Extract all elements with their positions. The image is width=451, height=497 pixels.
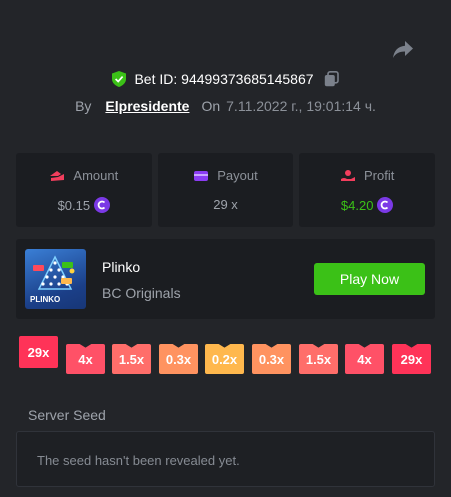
verified-shield-icon <box>112 71 127 87</box>
game-provider: BC Originals <box>102 285 181 301</box>
multiplier-bucket: 0.3x <box>252 344 291 374</box>
multiplier-bucket: 4x <box>66 344 105 374</box>
bcd-coin-icon <box>377 197 394 213</box>
profit-icon <box>341 169 355 181</box>
bet-id-label: Bet ID: <box>134 71 178 87</box>
bet-stats: Amount $0.15 Payout 29 x Profit $4.20 <box>16 153 436 227</box>
multiplier-bucket: 0.3x <box>159 344 198 374</box>
on-label: On <box>201 98 221 114</box>
multiplier-bucket: 0.2x <box>205 344 244 374</box>
share-icon[interactable] <box>392 40 414 60</box>
bet-id-row: Bet ID: 94499373685145867 <box>0 71 451 87</box>
game-name[interactable]: Plinko <box>102 259 140 275</box>
by-label: By <box>75 98 92 114</box>
bcd-coin-icon <box>94 197 111 213</box>
profit-value: $4.20 <box>340 197 374 213</box>
server-seed-box: The seed hasn't been revealed yet. <box>16 431 435 487</box>
payout-card: Payout 29 x <box>157 153 294 227</box>
wallet-icon <box>194 170 209 181</box>
game-card: PLINKO Plinko BC Originals Play Now <box>16 239 435 319</box>
multiplier-bucket: 1.5x <box>299 344 338 374</box>
amount-value: $0.15 <box>57 197 91 213</box>
play-now-button[interactable]: Play Now <box>314 263 425 295</box>
server-seed-title: Server Seed <box>28 407 106 423</box>
amount-icon <box>50 170 65 181</box>
payout-value: 29 x <box>213 197 238 212</box>
multiplier-bucket: 4x <box>345 344 384 374</box>
bet-meta-row: By Elpresidente On 7.11.2022 г., 19:01:1… <box>0 98 451 114</box>
bet-date: 7.11.2022 г., 19:01:14 ч. <box>226 98 376 114</box>
amount-card: Amount $0.15 <box>16 153 152 227</box>
copy-icon[interactable] <box>324 71 339 87</box>
multiplier-bucket: 29x <box>392 344 431 374</box>
plinko-thumbnail[interactable]: PLINKO <box>25 249 86 309</box>
server-seed-message: The seed hasn't been revealed yet. <box>37 453 240 468</box>
plinko-thumb-text: PLINKO <box>30 295 61 304</box>
multiplier-bucket: 1.5x <box>112 344 151 374</box>
user-link[interactable]: Elpresidente <box>105 98 189 114</box>
payout-label: Payout <box>217 168 258 183</box>
amount-label: Amount <box>73 168 119 183</box>
bet-id-value: 94499373685145867 <box>181 71 314 87</box>
profit-label: Profit <box>364 168 395 183</box>
profit-card: Profit $4.20 <box>299 153 436 227</box>
multiplier-bucket: 29x <box>19 336 58 368</box>
